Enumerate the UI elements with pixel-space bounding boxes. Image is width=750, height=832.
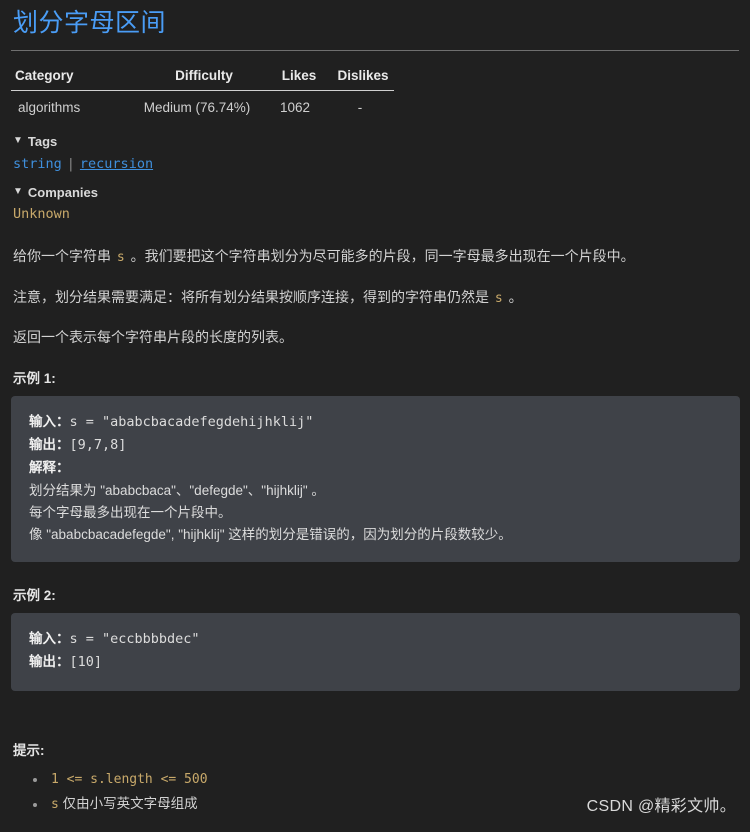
tags-section-header[interactable]: ▼ Tags [13, 134, 739, 149]
example-line: 输入：s = "ababcbacadefegdehijhklij" [29, 411, 722, 434]
list-item: 1 <= s.length <= 500 [47, 767, 739, 792]
table-body: algorithms Medium (76.74%) 1062 - [11, 91, 394, 122]
example-line: 输出：[10] [29, 651, 722, 674]
companies-value: Unknown [13, 206, 70, 223]
column-header-difficulty: Difficulty [175, 68, 233, 84]
example-line-label: 输入： [29, 414, 70, 430]
cell-difficulty: Medium (76.74%) [143, 100, 251, 116]
column-header-category: Category [15, 68, 74, 84]
description-paragraph-3: 返回一个表示每个字符串片段的长度的列表。 [13, 329, 293, 346]
inline-code-s: s [116, 250, 125, 266]
table-header: Category Difficulty Likes Dislikes [11, 68, 394, 91]
hints-title: 提示: [13, 743, 45, 759]
example-line-value: 划分结果为 "ababcbaca"、"defegde"、"hijhklij" 。 [29, 482, 325, 498]
desc-p2-text-a: 注意，划分结果需要满足：将所有划分结果按顺序连接，得到的字符串仍然是 [13, 288, 493, 305]
problem-meta-table: Category Difficulty Likes Dislikes algor… [11, 68, 394, 121]
hint-code: s [51, 797, 59, 813]
example-line: 每个字母最多出现在一个片段中。 [29, 502, 722, 524]
column-header-likes: Likes [281, 68, 317, 84]
companies-heading-label: Companies [27, 185, 98, 201]
example-line-value: s = "eccbbbbdec" [69, 631, 200, 648]
description-paragraph-2: 注意，划分结果需要满足：将所有划分结果按顺序连接，得到的字符串仍然是 s 。 [13, 287, 739, 309]
desc-p1-text-b: 。我们要把这个字符串划分为尽可能多的片段，同一字母最多出现在一个片段中。 [126, 248, 635, 265]
cell-dislikes: - [357, 100, 363, 116]
example-line-label: 输入： [29, 631, 70, 647]
desc-p1-text-a: 给你一个字符串 [13, 248, 115, 265]
example-line: 输入：s = "eccbbbbdec" [29, 628, 722, 651]
example-1-code-box: 输入：s = "ababcbacadefegdehijhklij" 输出：[9,… [11, 396, 740, 563]
chevron-down-icon: ▼ [13, 185, 23, 197]
chevron-down-icon: ▼ [13, 134, 23, 146]
example-2-block: 示例 2: 输入：s = "eccbbbbdec" 输出：[10] [11, 584, 740, 692]
example-line-label: 输出： [29, 654, 70, 670]
table-row: algorithms Medium (76.74%) 1062 - [11, 91, 394, 122]
example-line-value: s = "ababcbacadefegdehijhklij" [69, 414, 314, 431]
example-line: 输出：[9,7,8] [29, 434, 722, 457]
example-line-label: 解释： [29, 459, 70, 475]
page-title: 划分字母区间 [13, 9, 167, 37]
desc-p2-text-b: 。 [504, 288, 523, 305]
title-divider [11, 50, 739, 52]
problem-description: 给你一个字符串 s 。我们要把这个字符串划分为尽可能多的片段，同一字母最多出现在… [11, 246, 739, 348]
companies-section-header[interactable]: ▼ Companies [13, 185, 739, 200]
tags-list: string | recursion [13, 156, 739, 172]
tag-separator: | [66, 156, 75, 173]
problem-page: 划分字母区间 Category Difficulty Likes Dislike… [0, 8, 750, 817]
example-2-title: 示例 2: [13, 588, 56, 604]
column-header-dislikes: Dislikes [337, 68, 389, 84]
example-line-value: [10] [69, 654, 103, 671]
example-1-title: 示例 1: [13, 371, 56, 387]
description-paragraph-1: 给你一个字符串 s 。我们要把这个字符串划分为尽可能多的片段，同一字母最多出现在… [13, 246, 739, 268]
example-line: 解释： [29, 457, 722, 480]
table-header-row: Category Difficulty Likes Dislikes [11, 68, 394, 91]
watermark: CSDN @精彩文帅。 [586, 798, 736, 815]
example-line-value: 每个字母最多出现在一个片段中。 [29, 504, 232, 520]
example-line-value: [9,7,8] [69, 437, 127, 454]
cell-likes: 1062 [279, 100, 311, 116]
example-line: 像 "ababcbacadefegde", "hijhklij" 这样的划分是错… [29, 524, 722, 546]
cell-category: algorithms [18, 100, 81, 116]
tag-recursion[interactable]: recursion [80, 156, 153, 172]
example-line-label: 输出： [29, 437, 70, 453]
inline-code-s: s [494, 290, 503, 306]
hint-text: 仅由小写英文字母组成 [58, 796, 198, 812]
example-line: 划分结果为 "ababcbaca"、"defegde"、"hijhklij" 。 [29, 480, 722, 502]
example-1-block: 示例 1: 输入：s = "ababcbacadefegdehijhklij" … [11, 367, 740, 563]
example-2-code-box: 输入：s = "eccbbbbdec" 输出：[10] [11, 613, 740, 692]
tag-string[interactable]: string [13, 156, 62, 172]
tags-heading-label: Tags [27, 134, 58, 150]
hint-code: 1 <= s.length <= 500 [51, 772, 208, 788]
example-line-value: 像 "ababcbacadefegde", "hijhklij" 这样的划分是错… [29, 526, 512, 542]
